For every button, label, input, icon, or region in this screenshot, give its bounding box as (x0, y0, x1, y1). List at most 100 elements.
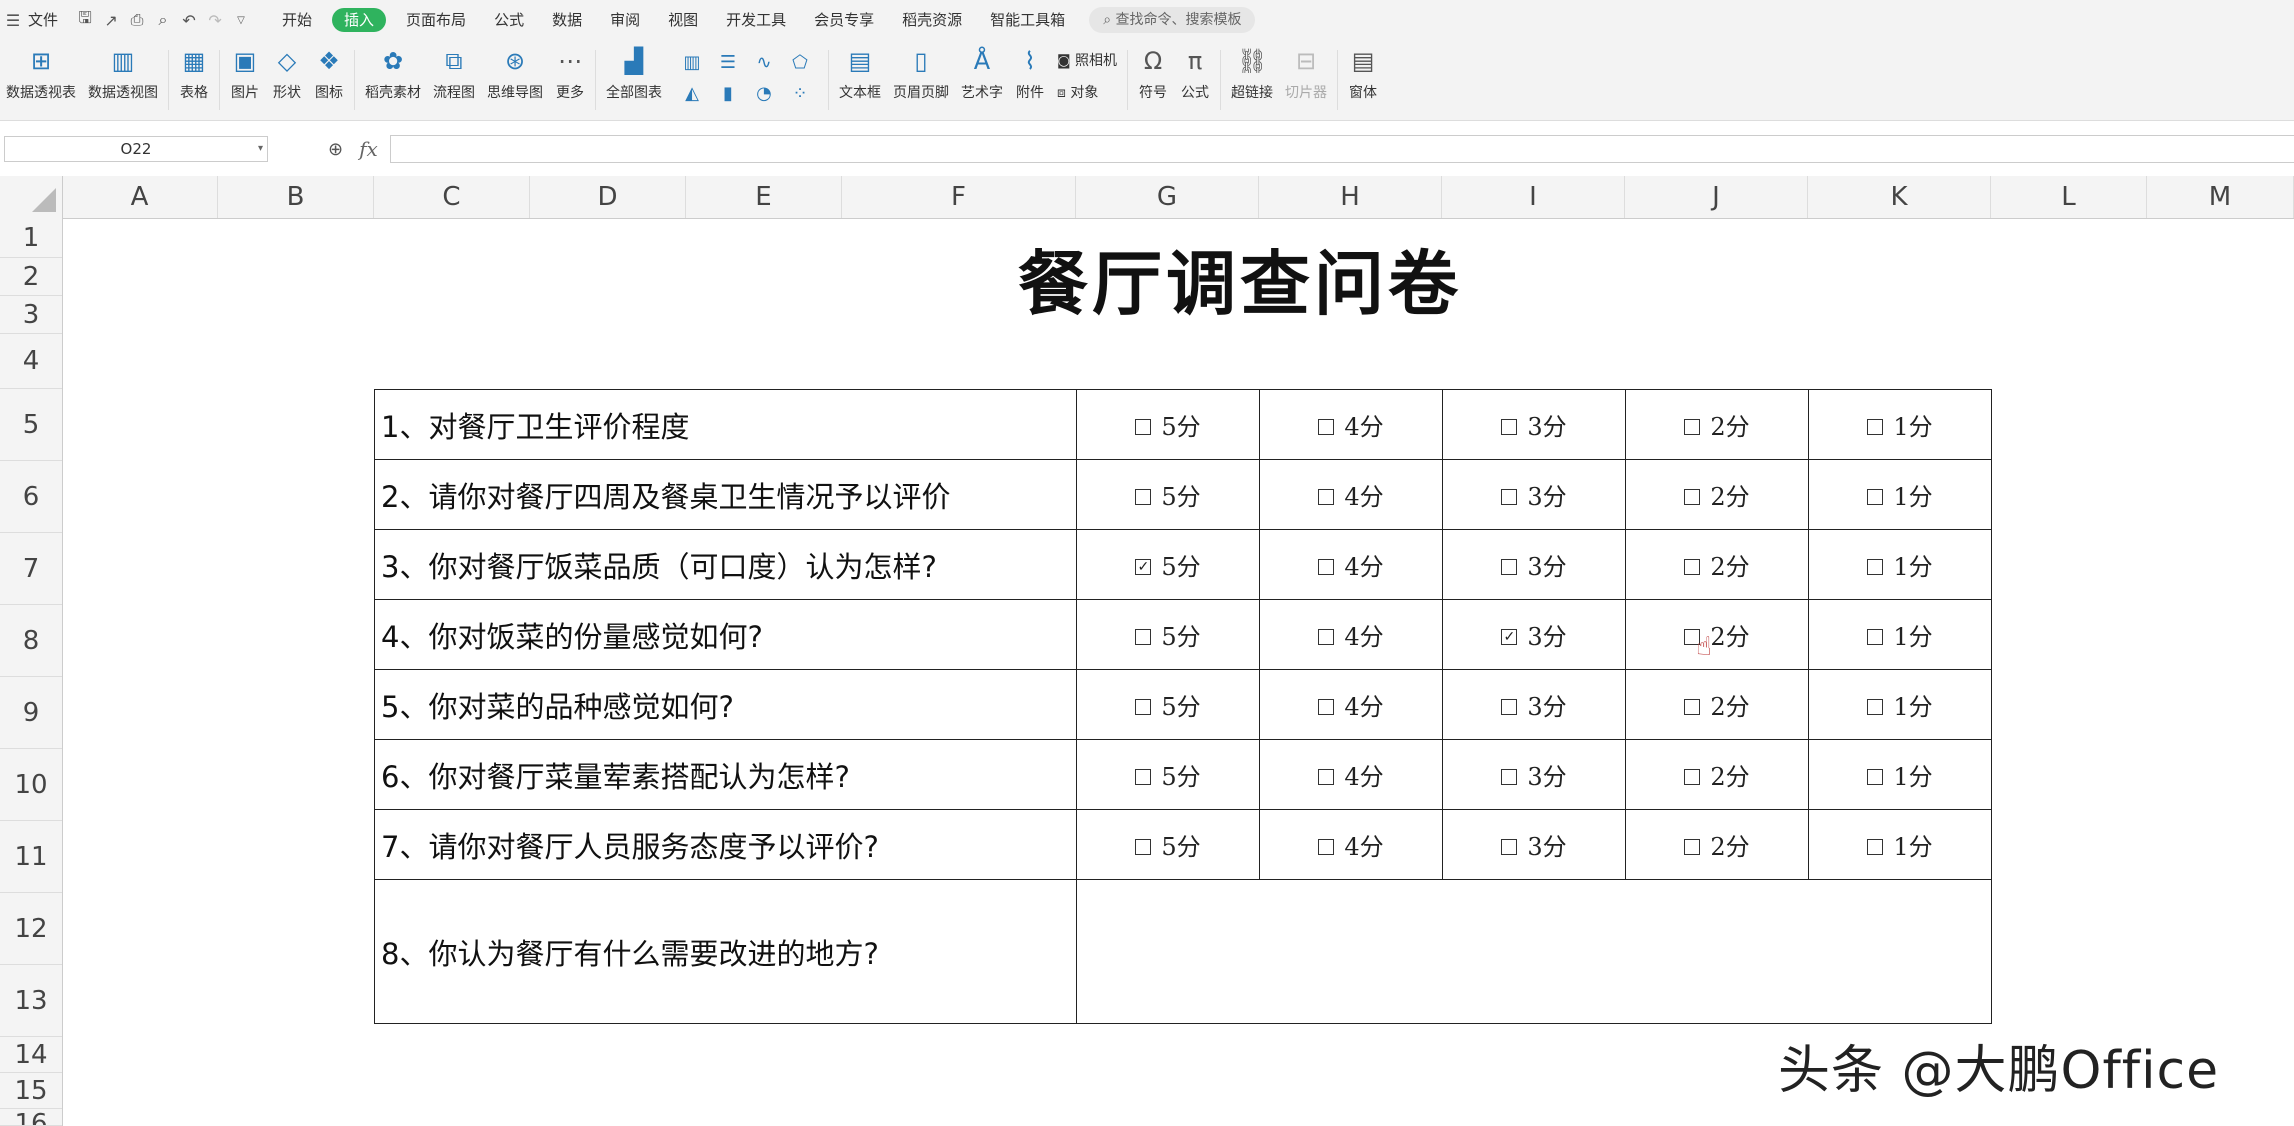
checkbox-icon[interactable] (1135, 698, 1152, 715)
option-cell[interactable]: 1分 (1808, 809, 1992, 880)
row-header-14[interactable]: 14 (0, 1037, 62, 1073)
column-header-l[interactable]: L (1991, 176, 2147, 218)
scatter-chart-icon[interactable]: ⁘ (782, 83, 818, 104)
option-cell[interactable]: 3分 (1442, 809, 1626, 880)
column-header-c[interactable]: C (374, 176, 530, 218)
pivot-chart-button[interactable]: ▥ 数据透视图 (82, 40, 164, 102)
question-cell[interactable]: 2、请你对餐厅四周及餐桌卫生情况予以评价 (374, 459, 1077, 530)
column-header-d[interactable]: D (530, 176, 686, 218)
all-charts-button[interactable]: ▟ 全部图表 (600, 40, 668, 102)
checkbox-icon[interactable] (1684, 488, 1701, 505)
option-cell[interactable]: 2分 (1625, 389, 1809, 460)
option-cell[interactable]: 5分 (1076, 809, 1260, 880)
option-cell[interactable]: 4分 (1259, 669, 1443, 740)
header-footer-button[interactable]: ▯ 页眉页脚 (887, 40, 955, 102)
object-button[interactable]: ⧈ 对象 (1057, 82, 1117, 102)
checkbox-icon[interactable] (1318, 628, 1335, 645)
column-header-m[interactable]: M (2147, 176, 2294, 218)
tab-member[interactable]: 会员专享 (800, 0, 888, 40)
option-cell[interactable]: 1分 (1808, 529, 1992, 600)
checkbox-icon[interactable] (1684, 558, 1701, 575)
row-header-7[interactable]: 7 (0, 533, 62, 605)
row-header-13[interactable]: 13 (0, 965, 62, 1037)
checkbox-icon[interactable] (1318, 558, 1335, 575)
checkbox-icon[interactable] (1867, 768, 1884, 785)
row-header-2[interactable]: 2 (0, 258, 62, 296)
column-header-e[interactable]: E (686, 176, 842, 218)
tab-page-layout[interactable]: 页面布局 (392, 0, 480, 40)
stock-chart-icon[interactable]: ▮ (710, 83, 746, 104)
checkbox-icon[interactable] (1684, 768, 1701, 785)
column-chart-icon[interactable]: ▥ (674, 52, 710, 73)
pivot-table-button[interactable]: ⊞ 数据透视表 (0, 40, 82, 102)
option-cell[interactable]: 2分 (1625, 459, 1809, 530)
checkbox-icon[interactable] (1135, 488, 1152, 505)
row-header-12[interactable]: 12 (0, 893, 62, 965)
checkbox-icon[interactable] (1318, 488, 1335, 505)
wordart-button[interactable]: Å 艺术字 (955, 40, 1009, 102)
column-header-k[interactable]: K (1808, 176, 1991, 218)
attachment-button[interactable]: ⌇ 附件 (1009, 40, 1051, 102)
checkbox-icon[interactable] (1135, 768, 1152, 785)
radar-chart-icon[interactable]: ⬠ (782, 52, 818, 73)
checkbox-icon[interactable] (1867, 558, 1884, 575)
checkbox-icon[interactable] (1684, 698, 1701, 715)
checkbox-icon[interactable] (1501, 768, 1518, 785)
option-cell[interactable]: 1分 (1808, 669, 1992, 740)
row-header-3[interactable]: 3 (0, 296, 62, 334)
option-cell[interactable]: 4分 (1259, 599, 1443, 670)
checkbox-icon[interactable] (1135, 418, 1152, 435)
pie-chart-icon[interactable]: ◔ (746, 83, 782, 104)
option-cell[interactable]: 5分 (1076, 389, 1260, 460)
checkbox-icon[interactable] (1318, 838, 1335, 855)
customize-quick-access-icon[interactable]: ▽ (228, 0, 254, 40)
option-cell[interactable]: 4分 (1259, 529, 1443, 600)
checkbox-icon[interactable] (1867, 418, 1884, 435)
checkbox-icon[interactable] (1684, 838, 1701, 855)
option-cell[interactable]: 4分 (1259, 389, 1443, 460)
option-cell[interactable]: 2分 (1625, 669, 1809, 740)
mindmap-button[interactable]: ⊛ 思维导图 (481, 40, 549, 102)
checkbox-icon[interactable] (1867, 838, 1884, 855)
option-cell[interactable]: 2分 (1625, 599, 1809, 670)
select-all-corner[interactable] (0, 176, 63, 218)
question-cell[interactable]: 5、你对菜的品种感觉如何? (374, 669, 1077, 740)
option-cell[interactable]: ✓ 5分 (1076, 529, 1260, 600)
column-header-i[interactable]: I (1442, 176, 1625, 218)
tab-daoke[interactable]: 稻壳资源 (888, 0, 976, 40)
checkbox-icon[interactable] (1135, 838, 1152, 855)
option-cell[interactable]: 4分 (1259, 459, 1443, 530)
question-cell[interactable]: 6、你对餐厅菜量荤素搭配认为怎样? (374, 739, 1077, 810)
undo-icon[interactable]: ↶ (176, 0, 202, 40)
option-cell[interactable]: 1分 (1808, 459, 1992, 530)
daoke-material-button[interactable]: ✿ 稻壳素材 (359, 40, 427, 102)
tab-home[interactable]: 开始 (268, 0, 326, 40)
row-header-15[interactable]: 15 (0, 1073, 62, 1109)
checkbox-icon[interactable] (1318, 768, 1335, 785)
option-cell[interactable]: 1分 (1808, 599, 1992, 670)
answer-cell[interactable] (1076, 879, 1992, 1024)
row-header-8[interactable]: 8 (0, 605, 62, 677)
checkbox-icon[interactable] (1867, 488, 1884, 505)
print-icon[interactable]: ⎙ (124, 0, 150, 40)
flowchart-button[interactable]: ⧉ 流程图 (427, 40, 481, 102)
option-cell[interactable]: 1分 (1808, 389, 1992, 460)
textbox-button[interactable]: ▤ 文本框 (833, 40, 887, 102)
option-cell[interactable]: 3分 (1442, 459, 1626, 530)
column-header-b[interactable]: B (218, 176, 374, 218)
checkbox-icon[interactable] (1501, 418, 1518, 435)
row-header-1[interactable]: 1 (0, 218, 62, 258)
table-button[interactable]: ▦ 表格 (173, 40, 215, 102)
row-header-9[interactable]: 9 (0, 677, 62, 749)
area-chart-icon[interactable]: ◭ (674, 83, 710, 104)
checkbox-icon[interactable] (1501, 488, 1518, 505)
checkbox-icon[interactable] (1684, 418, 1701, 435)
option-cell[interactable]: ✓ 3分 (1442, 599, 1626, 670)
question-cell[interactable]: 4、你对饭菜的份量感觉如何? (374, 599, 1077, 670)
bar-chart-icon[interactable]: ☰ (710, 52, 746, 73)
column-header-j[interactable]: J (1625, 176, 1808, 218)
checkbox-icon[interactable] (1318, 698, 1335, 715)
icon-button[interactable]: ❖ 图标 (308, 40, 350, 102)
line-chart-icon[interactable]: ∿ (746, 52, 782, 73)
fx-icon[interactable]: fx (359, 137, 378, 161)
